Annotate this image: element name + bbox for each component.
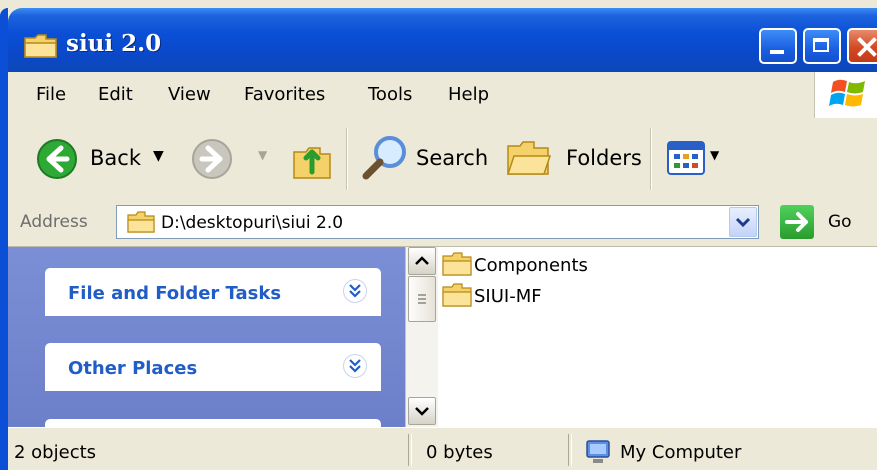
toolbar-separator [650, 128, 652, 190]
status-separator [408, 434, 412, 466]
file-list: Components SIUI-MF [438, 247, 877, 427]
search-icon[interactable] [360, 132, 410, 182]
collapse-button[interactable] [343, 354, 367, 378]
task-pane: File and Folder Tasks Other Places [8, 247, 405, 427]
folder-icon [127, 211, 155, 233]
menu-view[interactable]: View [168, 84, 211, 105]
folder-icon [24, 34, 57, 58]
go-button[interactable] [780, 205, 814, 239]
menu-favorites[interactable]: Favorites [244, 84, 325, 105]
folders-icon[interactable] [504, 136, 552, 180]
status-location: My Computer [620, 442, 742, 463]
file-name[interactable]: Components [474, 255, 588, 276]
scroll-thumb[interactable] [408, 276, 436, 322]
views-icon[interactable] [666, 140, 706, 176]
folder-icon [442, 252, 472, 276]
menu-edit[interactable]: Edit [98, 84, 133, 105]
menu-bar: File Edit View Favorites Tools Help [8, 72, 877, 119]
folder-icon [442, 283, 472, 307]
go-arrow-icon [785, 212, 808, 232]
list-item[interactable]: Components [442, 252, 588, 278]
scroll-down-button[interactable] [408, 397, 436, 425]
status-separator [568, 434, 572, 466]
details-panel[interactable] [45, 419, 381, 427]
forward-dropdown-icon[interactable]: ▼ [258, 148, 267, 162]
status-bar: 2 objects 0 bytes My Computer [8, 427, 877, 470]
grip-icon [418, 294, 426, 304]
menu-tools[interactable]: Tools [368, 84, 412, 105]
title-bar[interactable]: siui 2.0 [8, 8, 877, 72]
chevron-double-down-icon [349, 359, 361, 373]
toolbar-separator [346, 128, 348, 190]
chevron-down-icon [735, 217, 751, 228]
standard-toolbar: Back ▼ ▼ Search Folders ▼ [8, 118, 877, 201]
views-dropdown-icon[interactable]: ▼ [710, 148, 719, 162]
search-button[interactable]: Search [416, 146, 488, 170]
chevron-down-icon [415, 407, 429, 416]
windows-logo [814, 72, 877, 118]
back-button[interactable]: Back [90, 146, 141, 170]
other-places-panel[interactable]: Other Places [45, 343, 381, 391]
task-section-title[interactable]: Other Places [68, 358, 197, 379]
maximize-button[interactable] [803, 28, 841, 64]
up-folder-icon[interactable] [290, 136, 334, 182]
my-computer-icon [586, 440, 610, 463]
window-frame [0, 8, 8, 470]
address-value: D:\desktopuri\siui 2.0 [161, 213, 344, 233]
back-dropdown-icon[interactable]: ▼ [153, 148, 164, 164]
minimize-button[interactable] [759, 28, 797, 64]
status-object-count: 2 objects [14, 442, 97, 463]
list-item[interactable]: SIUI-MF [442, 283, 542, 309]
windows-flag-icon [829, 79, 865, 107]
status-size: 0 bytes [426, 442, 493, 463]
menu-file[interactable]: File [36, 84, 66, 105]
file-folder-tasks-panel[interactable]: File and Folder Tasks [45, 268, 381, 316]
window-title: siui 2.0 [66, 30, 162, 57]
go-label[interactable]: Go [828, 212, 852, 232]
scroll-up-button[interactable] [408, 247, 436, 275]
task-section-title[interactable]: File and Folder Tasks [68, 283, 281, 304]
menu-help[interactable]: Help [448, 84, 489, 105]
close-button[interactable] [847, 28, 877, 64]
back-arrow-icon[interactable] [36, 138, 78, 180]
address-bar: Address D:\desktopuri\siui 2.0 Go [8, 200, 877, 247]
task-pane-scrollbar[interactable] [405, 247, 438, 427]
forward-arrow-icon[interactable] [191, 138, 233, 180]
chevron-double-down-icon [349, 284, 361, 298]
file-name[interactable]: SIUI-MF [474, 286, 542, 307]
address-label: Address [20, 212, 88, 232]
address-input[interactable]: D:\desktopuri\siui 2.0 [116, 205, 759, 239]
chevron-up-icon [415, 256, 429, 265]
collapse-button[interactable] [343, 279, 367, 303]
explorer-window: siui 2.0 File Edit View Favorites Tools … [0, 0, 877, 470]
folders-button[interactable]: Folders [566, 146, 642, 170]
address-dropdown-button[interactable] [729, 207, 757, 237]
